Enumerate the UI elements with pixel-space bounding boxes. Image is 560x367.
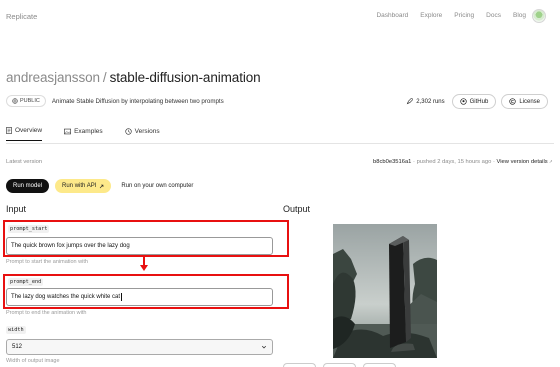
text-cursor — [121, 293, 122, 301]
version-info: b8cb0e3516a1 · pushed 2 days, 15 hours a… — [373, 158, 554, 166]
latest-version-label: Latest version — [6, 159, 43, 165]
prompt-end-label: prompt_end — [8, 278, 44, 286]
model-owner-link[interactable]: andreasjansson — [6, 70, 100, 85]
github-button[interactable]: GitHub — [451, 94, 497, 109]
nav-explore[interactable]: Explore — [420, 12, 442, 19]
nav-dashboard[interactable]: Dashboard — [376, 12, 408, 19]
github-icon — [459, 98, 467, 105]
image-icon — [64, 128, 72, 134]
history-icon — [125, 127, 132, 135]
model-title: andreasjansson / stable-diffusion-animatio… — [6, 70, 261, 85]
user-avatar[interactable] — [532, 9, 546, 23]
document-icon — [6, 127, 12, 134]
tab-versions-label: Versions — [134, 127, 160, 135]
chevron-down-icon — [261, 345, 267, 349]
model-tabs: Overview Examples Versions — [6, 127, 160, 141]
model-meta: PUBLIC Animate Stable Diffusion by inter… — [6, 95, 224, 107]
width-hint: Width of output image — [6, 358, 60, 364]
view-version-link[interactable]: View version details — [497, 159, 548, 165]
license-icon — [509, 98, 516, 105]
globe-icon — [12, 98, 18, 104]
version-pushed: · pushed 2 days, 15 hours ago · — [411, 159, 497, 165]
input-heading: Input — [6, 204, 27, 214]
external-link-icon — [100, 184, 104, 188]
version-hash[interactable]: b8cb0e3516a1 — [373, 159, 411, 165]
model-description: Animate Stable Diffusion by interpolatin… — [51, 97, 224, 105]
output-action-3[interactable] — [363, 363, 396, 367]
width-select[interactable]: 512 — [6, 339, 273, 355]
external-arrow-icon: ↑ — [547, 158, 554, 166]
visibility-label: PUBLIC — [20, 98, 40, 104]
prompt-start-value: The quick brown fox jumps over the lazy … — [11, 243, 130, 249]
prompt-end-input[interactable]: The lazy dog watches the quick white cat — [6, 288, 273, 306]
prompt-start-hint: Prompt to start the animation with — [6, 259, 88, 265]
tab-overview-label: Overview — [15, 127, 43, 134]
width-label: width — [6, 326, 26, 334]
width-value: 512 — [12, 344, 23, 350]
model-actions: 2,302 runs GitHub License — [404, 94, 548, 109]
tab-versions[interactable]: Versions — [125, 127, 160, 141]
output-image[interactable] — [333, 224, 437, 358]
prompt-end-value: The lazy dog watches the quick white cat — [11, 294, 121, 300]
github-label: GitHub — [469, 98, 489, 105]
prompt-start-input[interactable]: The quick brown fox jumps over the lazy … — [6, 237, 273, 255]
tab-examples[interactable]: Examples — [64, 127, 103, 141]
license-label: License — [519, 98, 540, 105]
nav-blog[interactable]: Blog — [513, 12, 526, 19]
nav-pricing[interactable]: Pricing — [454, 12, 474, 19]
replicate-logo[interactable]: Replicate — [6, 12, 37, 21]
model-name: stable-diffusion-animation — [109, 70, 261, 85]
runs-count: 2,302 runs — [404, 94, 446, 109]
run-with-api-button[interactable]: Run with API — [55, 179, 112, 193]
run-own-computer-button[interactable]: Run on your own computer — [117, 179, 197, 193]
output-action-2[interactable] — [323, 363, 356, 367]
down-arrow-icon — [140, 265, 148, 271]
run-api-label: Run with API — [62, 183, 97, 189]
run-options: Run model Run with API Run on your own c… — [6, 179, 197, 193]
prompt-end-hint: Prompt to end the animation with — [6, 310, 87, 316]
prompt-start-label: prompt_start — [8, 225, 50, 233]
output-actions — [283, 363, 396, 367]
output-action-1[interactable] — [283, 363, 316, 367]
tabs-divider — [6, 143, 554, 144]
license-button[interactable]: License — [501, 94, 548, 109]
output-heading: Output — [283, 204, 311, 214]
tab-overview[interactable]: Overview — [6, 127, 43, 141]
run-model-button[interactable]: Run model — [6, 179, 50, 193]
nav-docs[interactable]: Docs — [486, 12, 501, 19]
top-nav: Dashboard Explore Pricing Docs Blog — [376, 12, 526, 19]
rocket-icon — [407, 98, 413, 105]
title-separator: / — [102, 70, 107, 85]
visibility-badge: PUBLIC — [6, 95, 46, 107]
runs-label: 2,302 runs — [416, 98, 445, 105]
tab-examples-label: Examples — [74, 127, 103, 135]
